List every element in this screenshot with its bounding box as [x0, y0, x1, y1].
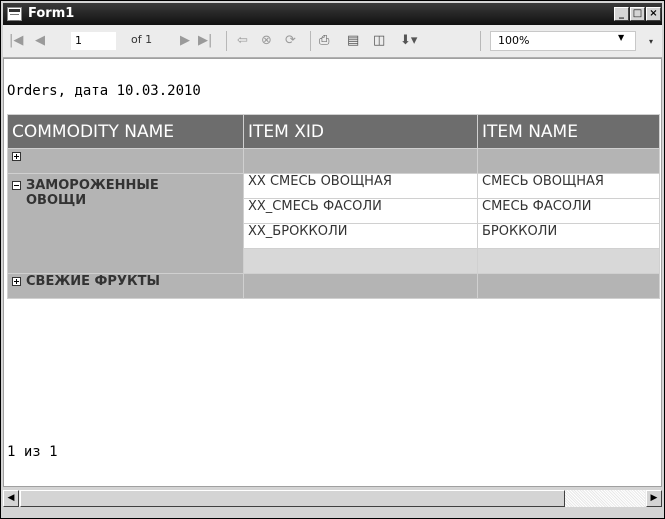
scrollbar-track[interactable] [565, 490, 645, 507]
expand-icon[interactable] [12, 152, 21, 161]
print-layout-icon[interactable]: ▤ [347, 32, 359, 50]
group-cell[interactable]: СВЕЖИЕ ФРУКТЫ [7, 273, 244, 299]
expand-icon[interactable] [12, 277, 21, 286]
item-name-cell: БРОККОЛИ [477, 223, 660, 249]
collapse-icon[interactable] [12, 181, 21, 190]
export-icon[interactable]: ⬇▾ [400, 32, 417, 50]
stop-icon[interactable]: ⊗ [261, 32, 272, 50]
group-cell: ЗАМОРОЖЕННЫЕ ОВОЩИ [7, 173, 244, 274]
table-cell [477, 248, 660, 274]
back-icon[interactable]: ⇦ [237, 32, 248, 50]
table-header-row: COMMODITY NAME ITEM XID ITEM NAME [7, 114, 660, 149]
app-icon [7, 7, 22, 21]
report-viewer-window: Form1 _ □ × |◀ ◀ 1 of 1 ▶ ▶| ⇦ ⊗ ⟳ ⎙ ▤ ◫… [0, 0, 665, 519]
page-number-input[interactable]: 1 [71, 32, 116, 50]
group-label-line2: ОВОЩИ [26, 193, 87, 208]
previous-page-icon[interactable]: ◀ [35, 32, 45, 50]
table-cell [243, 148, 478, 174]
toolbar-separator [310, 31, 311, 51]
item-xid-cell: XX_БРОККОЛИ [243, 223, 478, 249]
group-label: СВЕЖИЕ ФРУКТЫ [26, 274, 160, 290]
table-cell [477, 148, 660, 174]
chevron-down-icon[interactable]: ▼ [618, 33, 624, 42]
report-table: COMMODITY NAME ITEM XID ITEM NAME ЗАМОРО… [7, 114, 660, 299]
close-button[interactable]: × [646, 7, 661, 21]
page-footer: 1 из 1 [7, 444, 58, 460]
table-cell [477, 273, 660, 299]
scroll-left-icon[interactable]: ◀ [3, 490, 19, 507]
table-cell [243, 273, 478, 299]
report-title: Orders, дата 10.03.2010 [7, 83, 201, 99]
table-cell [243, 248, 478, 274]
scroll-right-icon[interactable]: ▶ [646, 490, 662, 507]
group-row [7, 148, 660, 174]
first-page-icon[interactable]: |◀ [9, 32, 23, 50]
last-page-icon[interactable]: ▶| [198, 32, 212, 50]
report-content: Orders, дата 10.03.2010 COMMODITY NAME I… [3, 58, 662, 487]
page-setup-icon[interactable]: ◫ [373, 32, 385, 50]
toolbar-separator [226, 31, 227, 51]
window-title: Form1 [28, 6, 75, 21]
print-icon[interactable]: ⎙ [319, 32, 329, 50]
refresh-icon[interactable]: ⟳ [285, 32, 296, 50]
toolbar-separator [480, 31, 481, 51]
column-header: ITEM NAME [477, 114, 660, 149]
item-name-cell: СМЕСЬ ОВОЩНАЯ [477, 173, 660, 199]
title-bar: Form1 _ □ × [3, 3, 662, 25]
item-xid-cell: XX_СМЕСЬ ФАСОЛИ [243, 198, 478, 224]
zoom-select[interactable]: 100% [490, 31, 636, 51]
toolbar-overflow-icon[interactable]: ▾ [649, 37, 653, 46]
column-header: COMMODITY NAME [7, 114, 244, 149]
report-toolbar: |◀ ◀ 1 of 1 ▶ ▶| ⇦ ⊗ ⟳ ⎙ ▤ ◫ ⬇▾ 100% ▼ ▾ [3, 25, 662, 58]
table-row: ЗАМОРОЖЕННЫЕ ОВОЩИ XX СМЕСЬ ОВОЩНАЯ СМЕС… [7, 173, 660, 274]
horizontal-scrollbar[interactable]: ◀ ▶ [3, 490, 662, 507]
minimize-button[interactable]: _ [614, 7, 629, 21]
page-count-label: of 1 [131, 33, 153, 46]
column-header: ITEM XID [243, 114, 478, 149]
group-row: СВЕЖИЕ ФРУКТЫ [7, 273, 660, 299]
group-label: ЗАМОРОЖЕННЫЕ [26, 178, 159, 193]
maximize-button[interactable]: □ [630, 7, 645, 21]
next-page-icon[interactable]: ▶ [180, 32, 190, 50]
item-xid-cell: XX СМЕСЬ ОВОЩНАЯ [243, 173, 478, 199]
item-name-cell: СМЕСЬ ФАСОЛИ [477, 198, 660, 224]
scrollbar-thumb[interactable] [20, 490, 565, 507]
group-cell[interactable] [7, 148, 244, 174]
